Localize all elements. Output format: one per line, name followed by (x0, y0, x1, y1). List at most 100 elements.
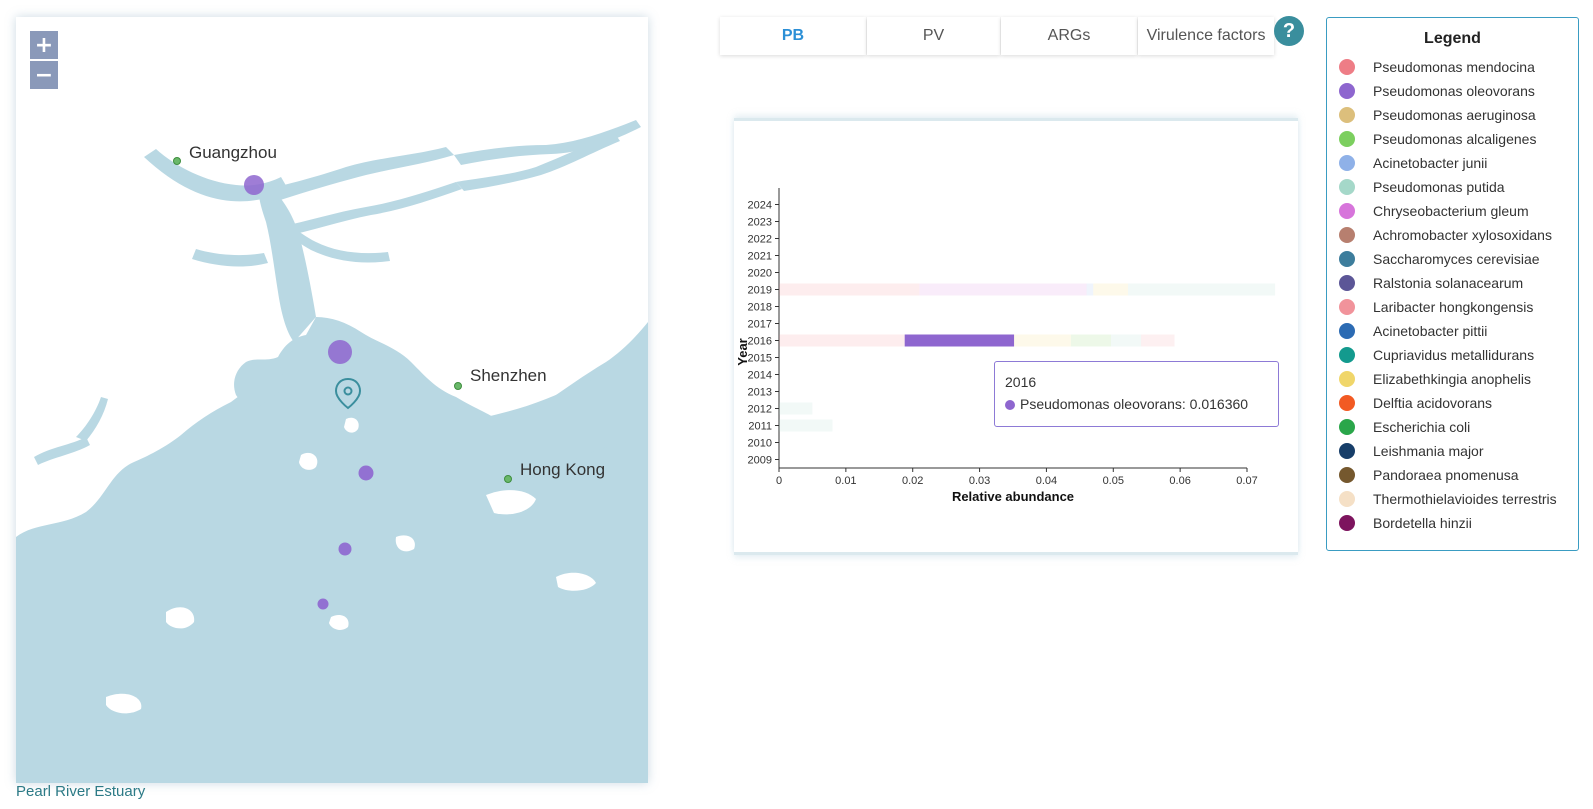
zoom-in-button[interactable]: + (30, 31, 58, 59)
y-tick-label: 2010 (748, 438, 772, 450)
city-dot-guangzhou (173, 157, 181, 165)
legend-item[interactable]: Pseudomonas mendocina (1327, 55, 1578, 79)
bar-segment (904, 334, 1015, 347)
city-label-hongkong: Hong Kong (520, 460, 605, 479)
legend-item[interactable]: Acinetobacter pittii (1327, 319, 1578, 343)
legend-item[interactable]: Elizabethkingia anophelis (1327, 367, 1578, 391)
legend-swatch-icon (1339, 443, 1355, 459)
y-tick-label: 2014 (748, 370, 772, 382)
tab-pv[interactable]: PV (867, 17, 1000, 55)
legend-item-label: Leishmania major (1373, 443, 1484, 459)
y-tick-label: 2009 (748, 455, 772, 467)
tab-bar: PB PV ARGs Virulence factors (720, 17, 1274, 55)
bar-segment (1070, 334, 1112, 347)
legend-swatch-icon (1339, 131, 1355, 147)
chart-container: 2024 2023 2022 2021 2020 2019 2018 2017 2016 2015… (734, 118, 1298, 555)
chart-tooltip: 2016 Pseudomonas oleovorans: 0.016360 (994, 361, 1279, 427)
sample-marker[interactable] (338, 542, 352, 556)
legend-swatch-icon (1339, 515, 1355, 531)
tab-args[interactable]: ARGs (1001, 17, 1137, 55)
legend-item[interactable]: Delftia acidovorans (1327, 391, 1578, 415)
legend-item[interactable]: Pseudomonas alcaligenes (1327, 127, 1578, 151)
bar-segment (1086, 283, 1094, 296)
x-tick-label: 0.03 (969, 475, 990, 487)
y-tick-label: 2015 (748, 353, 772, 365)
legend-swatch-icon (1339, 179, 1355, 195)
map-panel[interactable]: Guangzhou Shenzhen Hong Kong + − (16, 17, 648, 783)
bar-segment (779, 283, 920, 296)
legend-item-label: Escherichia coli (1373, 419, 1471, 435)
legend-item[interactable]: Cupriavidus metallidurans (1327, 343, 1578, 367)
legend-item-label: Ralstonia solanacearum (1373, 275, 1524, 291)
y-tick-label: 2012 (748, 404, 772, 416)
legend-item-label: Saccharomyces cerevisiae (1373, 251, 1540, 267)
bar-segment (1127, 283, 1276, 296)
legend-swatch-icon (1339, 419, 1355, 435)
sample-marker[interactable] (358, 465, 374, 481)
legend-swatch-icon (1339, 83, 1355, 99)
y-tick-label: 2023 (748, 217, 772, 229)
y-tick-label: 2019 (748, 285, 772, 297)
tab-pb[interactable]: PB (720, 17, 866, 55)
legend-swatch-icon (1339, 275, 1355, 291)
tooltip-series-dot (1005, 400, 1015, 410)
legend-item-label: Chryseobacterium gleum (1373, 203, 1529, 219)
y-tick-label: 2016 (748, 336, 772, 348)
x-tick-label: 0 (776, 475, 782, 487)
legend-title: Legend (1424, 30, 1481, 47)
legend-swatch-icon (1339, 467, 1355, 483)
legend-item-label: Laribacter hongkongensis (1373, 299, 1534, 315)
y-tick-label: 2013 (748, 387, 772, 399)
x-tick-label: 0.02 (902, 475, 923, 487)
city-dot-shenzhen (454, 382, 462, 390)
legend-item[interactable]: Leishmania major (1327, 439, 1578, 463)
region-link[interactable]: Pearl River Estuary (16, 783, 145, 800)
sample-marker[interactable] (317, 598, 329, 610)
tooltip-value-text: Pseudomonas oleovorans: 0.016360 (1020, 396, 1249, 412)
abundance-chart[interactable]: 2024 2023 2022 2021 2020 2019 2018 2017 2016 2015… (734, 121, 1298, 558)
legend-item-label: Pandoraea pnomenusa (1373, 467, 1519, 483)
tab-virulence-factors[interactable]: Virulence factors (1138, 17, 1274, 55)
legend-item[interactable]: Chryseobacterium gleum (1327, 199, 1578, 223)
legend-item[interactable]: Saccharomyces cerevisiae (1327, 247, 1578, 271)
legend-item[interactable]: Pseudomonas aeruginosa (1327, 103, 1578, 127)
bar-segment (919, 283, 1087, 296)
x-tick-label: 0.01 (835, 475, 856, 487)
legend-item[interactable]: Ralstonia solanacearum (1327, 271, 1578, 295)
estuary-map[interactable]: Guangzhou Shenzhen Hong Kong (16, 17, 648, 783)
tooltip-year: 2016 (1005, 374, 1037, 390)
x-tick-label: 0.06 (1169, 475, 1190, 487)
legend-item[interactable]: Pandoraea pnomenusa (1327, 463, 1578, 487)
legend-item-label: Pseudomonas alcaligenes (1373, 131, 1537, 147)
y-tick-label: 2022 (748, 234, 772, 246)
legend-item-label: Acinetobacter pittii (1373, 323, 1488, 339)
sample-marker[interactable] (244, 175, 264, 195)
legend-item[interactable]: Achromobacter xylosoxidans (1327, 223, 1578, 247)
city-dot-hongkong (504, 475, 512, 483)
help-icon[interactable]: ? (1274, 16, 1304, 46)
legend-item[interactable]: Pseudomonas putida (1327, 175, 1578, 199)
water-shapes (16, 120, 648, 783)
legend-item[interactable]: Escherichia coli (1327, 415, 1578, 439)
y-tick-label: 2017 (748, 319, 772, 331)
legend-swatch-icon (1339, 251, 1355, 267)
legend-item[interactable]: Acinetobacter junii (1327, 151, 1578, 175)
y-tick-label: 2018 (748, 302, 772, 314)
legend-item[interactable]: Bordetella hinzii (1327, 511, 1578, 535)
legend-item[interactable]: Thermothielavioides terrestris (1327, 487, 1578, 511)
zoom-out-button[interactable]: − (30, 61, 58, 89)
y-tick-label: 2011 (748, 421, 772, 433)
sample-marker[interactable] (328, 340, 352, 364)
legend-swatch-icon (1339, 347, 1355, 363)
city-label-guangzhou: Guangzhou (189, 143, 277, 162)
bar-segment (779, 334, 905, 347)
bar-segment (1014, 334, 1071, 347)
legend-swatch-icon (1339, 323, 1355, 339)
legend-item-label: Pseudomonas aeruginosa (1373, 107, 1536, 123)
legend-swatch-icon (1339, 371, 1355, 387)
legend-item[interactable]: Laribacter hongkongensis (1327, 295, 1578, 319)
legend-item[interactable]: Pseudomonas oleovorans (1327, 79, 1578, 103)
legend-item-label: Delftia acidovorans (1373, 395, 1493, 411)
legend-swatch-icon (1339, 59, 1355, 75)
bar-segment (779, 419, 833, 432)
